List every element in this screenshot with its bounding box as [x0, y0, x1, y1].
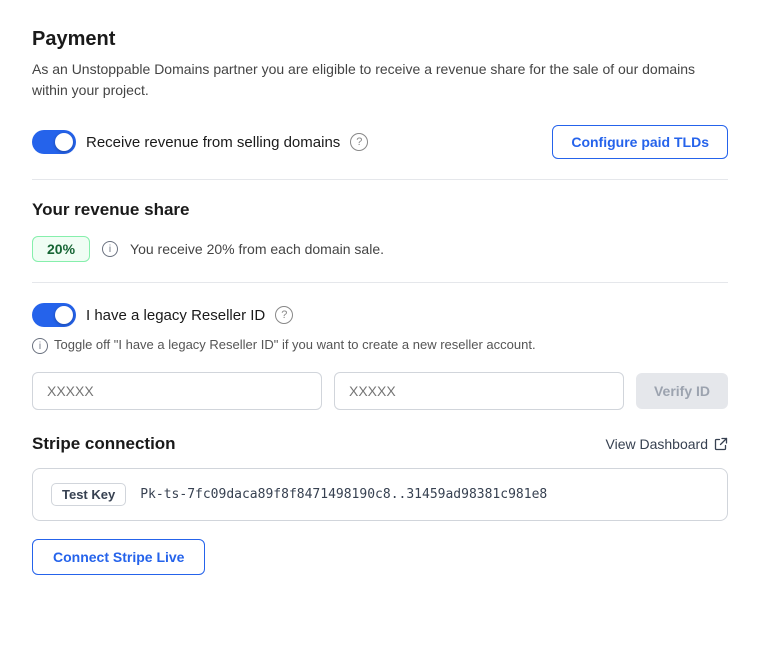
- connect-stripe-live-button[interactable]: Connect Stripe Live: [32, 539, 205, 575]
- test-key-badge: Test Key: [51, 483, 126, 506]
- note-text: Toggle off "I have a legacy Reseller ID"…: [54, 337, 536, 352]
- revenue-badge: 20%: [32, 236, 90, 262]
- revenue-toggle-left: Receive revenue from selling domains ?: [32, 130, 368, 154]
- verify-id-button[interactable]: Verify ID: [636, 373, 728, 409]
- legacy-reseller-row: I have a legacy Reseller ID ?: [32, 303, 728, 327]
- page-title: Payment: [32, 28, 728, 51]
- legacy-reseller-note: i Toggle off "I have a legacy Reseller I…: [32, 337, 728, 354]
- legacy-reseller-label: I have a legacy Reseller ID: [86, 307, 265, 324]
- revenue-share-row: 20% i You receive 20% from each domain s…: [32, 236, 728, 262]
- toggle-thumb: [55, 133, 73, 151]
- reseller-id-input-2[interactable]: [334, 372, 624, 410]
- legacy-toggle-thumb: [55, 306, 73, 324]
- reseller-id-input-1[interactable]: [32, 372, 322, 410]
- revenue-toggle-label: Receive revenue from selling domains: [86, 134, 340, 151]
- stripe-header: Stripe connection View Dashboard: [32, 434, 728, 454]
- view-dashboard-link[interactable]: View Dashboard: [606, 436, 728, 452]
- test-key-value: Pk-ts-7fc09daca89f8f8471498190c8..31459a…: [140, 487, 547, 502]
- legacy-reseller-toggle[interactable]: [32, 303, 76, 327]
- view-dashboard-text: View Dashboard: [606, 436, 708, 452]
- divider-1: [32, 179, 728, 180]
- revenue-toggle-row: Receive revenue from selling domains ? C…: [32, 125, 728, 159]
- stripe-heading: Stripe connection: [32, 434, 176, 454]
- external-link-icon: [713, 437, 728, 452]
- note-info-icon: i: [32, 338, 48, 354]
- configure-tlds-button[interactable]: Configure paid TLDs: [552, 125, 728, 159]
- legacy-help-icon[interactable]: ?: [275, 306, 293, 324]
- revenue-share-heading: Your revenue share: [32, 200, 728, 220]
- divider-2: [32, 282, 728, 283]
- reseller-id-input-row: Verify ID: [32, 372, 728, 410]
- page-description: As an Unstoppable Domains partner you ar…: [32, 59, 728, 101]
- stripe-key-box: Test Key Pk-ts-7fc09daca89f8f8471498190c…: [32, 468, 728, 521]
- revenue-help-icon[interactable]: ?: [350, 133, 368, 151]
- revenue-info-icon: i: [102, 241, 118, 257]
- revenue-toggle[interactable]: [32, 130, 76, 154]
- revenue-info-text: You receive 20% from each domain sale.: [130, 241, 384, 257]
